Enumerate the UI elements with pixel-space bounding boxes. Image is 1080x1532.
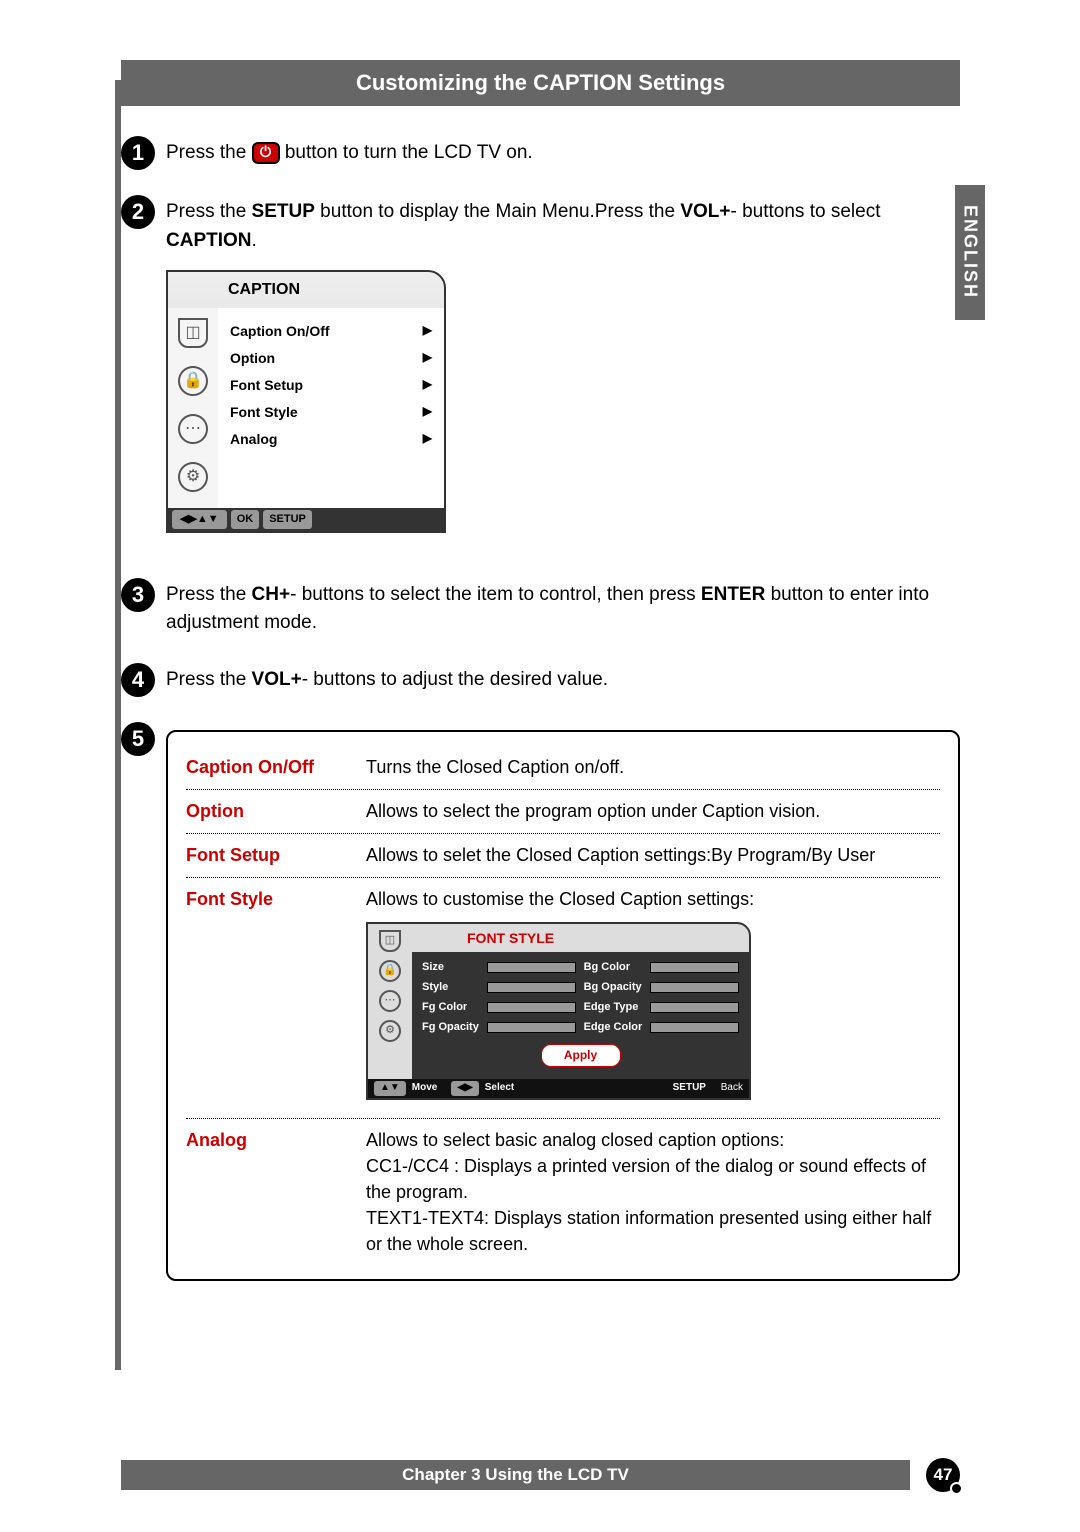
step-3: 3 Press the CH+- buttons to select the i… bbox=[121, 578, 960, 638]
osd-footer: ◀▶▲▼ OK SETUP bbox=[168, 508, 444, 531]
osd-title: CAPTION bbox=[168, 272, 444, 308]
page-footer: Chapter 3 Using the LCD TV 47 bbox=[121, 1460, 960, 1490]
chapter-title: Chapter 3 Using the LCD TV bbox=[121, 1460, 910, 1490]
value-bar[interactable] bbox=[487, 962, 576, 973]
row-text: Allows to select basic analog closed cap… bbox=[366, 1127, 940, 1257]
field-label: Fg Color bbox=[422, 1000, 479, 1016]
step-number: 3 bbox=[121, 578, 155, 612]
step-number: 4 bbox=[121, 663, 155, 697]
value-bar[interactable] bbox=[650, 1022, 739, 1033]
back-label: Back bbox=[721, 1081, 743, 1096]
row-label: Option bbox=[186, 798, 366, 825]
step-number: 2 bbox=[121, 195, 155, 229]
step-2: 2 Press the SETUP button to display the … bbox=[121, 195, 960, 553]
osd-item[interactable]: Option▶ bbox=[226, 345, 436, 372]
chevron-right-icon: ▶ bbox=[423, 375, 432, 396]
chevron-right-icon: ▶ bbox=[423, 402, 432, 423]
language-tab: ENGLISH bbox=[955, 185, 985, 320]
field-label: Style bbox=[422, 980, 479, 996]
picture-icon: ◫ bbox=[379, 930, 401, 952]
row-label: Font Style bbox=[186, 886, 366, 1110]
table-row: Font Setup Allows to selet the Closed Ca… bbox=[186, 833, 940, 877]
value-bar[interactable] bbox=[650, 1002, 739, 1013]
step-number: 5 bbox=[121, 722, 155, 756]
move-label: Move bbox=[412, 1081, 438, 1096]
chevron-right-icon: ▶ bbox=[423, 348, 432, 369]
step-text: Press the VOL+- buttons to adjust the de… bbox=[166, 663, 960, 697]
chevron-right-icon: ▶ bbox=[423, 429, 432, 450]
osd-item[interactable]: Analog▶ bbox=[226, 426, 436, 453]
table-row: Option Allows to select the program opti… bbox=[186, 789, 940, 833]
gear-icon: ⚙ bbox=[178, 462, 208, 492]
setup-button-label: SETUP bbox=[263, 510, 312, 529]
picture-icon: ◫ bbox=[178, 318, 208, 348]
row-text: Turns the Closed Caption on/off. bbox=[366, 754, 940, 781]
value-bar[interactable] bbox=[650, 962, 739, 973]
field-label: Edge Type bbox=[584, 1000, 643, 1016]
value-bar[interactable] bbox=[650, 982, 739, 993]
osd-footer: ▲▼ Move ◀▶ Select SETUP Back bbox=[368, 1079, 749, 1098]
gear-icon: ⚙ bbox=[379, 1020, 401, 1042]
osd-item-list: Caption On/Off▶ Option▶ Font Setup▶ Font… bbox=[218, 308, 444, 508]
osd-side-icons: ◫ 🔒 ⋯ ⚙ bbox=[168, 308, 218, 508]
osd-side-icons: ◫ 🔒 ⋯ ⚙ bbox=[368, 924, 412, 1079]
row-text: Allows to select the program option unde… bbox=[366, 798, 940, 825]
section-title: Customizing the CAPTION Settings bbox=[121, 60, 960, 106]
field-label: Bg Opacity bbox=[584, 980, 643, 996]
page-badge-dot bbox=[950, 1482, 963, 1495]
nav-arrows-icon: ◀▶▲▼ bbox=[172, 510, 227, 529]
step-text: Press the button to turn the LCD TV on. bbox=[166, 136, 960, 170]
setup-label: SETUP bbox=[673, 1081, 706, 1096]
step-1: 1 Press the button to turn the LCD TV on… bbox=[121, 136, 960, 170]
osd-font-style-menu: ◫ 🔒 ⋯ ⚙ FONT STYLE bbox=[366, 922, 751, 1100]
up-down-icon: ▲▼ bbox=[374, 1081, 406, 1096]
select-label: Select bbox=[485, 1081, 514, 1096]
row-label: Caption On/Off bbox=[186, 754, 366, 781]
caption-icon: ⋯ bbox=[178, 414, 208, 444]
step-text: Press the SETUP button to display the Ma… bbox=[166, 195, 960, 553]
field-label: Bg Color bbox=[584, 960, 643, 976]
row-label: Analog bbox=[186, 1127, 366, 1257]
chevron-right-icon: ▶ bbox=[423, 321, 432, 342]
field-label: Size bbox=[422, 960, 479, 976]
page-number-badge: 47 bbox=[926, 1458, 960, 1492]
lock-icon: 🔒 bbox=[379, 960, 401, 982]
power-icon bbox=[252, 142, 280, 164]
osd-item[interactable]: Font Style▶ bbox=[226, 399, 436, 426]
value-bar[interactable] bbox=[487, 982, 576, 993]
field-label: Fg Opacity bbox=[422, 1020, 479, 1036]
step-text: Press the CH+- buttons to select the ite… bbox=[166, 578, 960, 638]
step-number: 1 bbox=[121, 136, 155, 170]
field-label: Edge Color bbox=[584, 1020, 643, 1036]
ok-button-label: OK bbox=[231, 510, 260, 529]
table-row: Font Style Allows to customise the Close… bbox=[186, 877, 940, 1118]
left-margin-bar bbox=[115, 80, 121, 1370]
osd-title: FONT STYLE bbox=[412, 924, 749, 952]
step-4: 4 Press the VOL+- buttons to adjust the … bbox=[121, 663, 960, 697]
osd-item[interactable]: Caption On/Off▶ bbox=[226, 318, 436, 345]
osd-item[interactable]: Font Setup▶ bbox=[226, 372, 436, 399]
lock-icon: 🔒 bbox=[178, 366, 208, 396]
row-label: Font Setup bbox=[186, 842, 366, 869]
row-text: Allows to customise the Closed Caption s… bbox=[366, 886, 940, 912]
value-bar[interactable] bbox=[487, 1022, 576, 1033]
left-right-icon: ◀▶ bbox=[451, 1081, 478, 1096]
step-5: 5 Caption On/Off Turns the Closed Captio… bbox=[121, 722, 960, 1282]
row-text: Allows to selet the Closed Caption setti… bbox=[366, 842, 940, 869]
table-row: Analog Allows to select basic analog clo… bbox=[186, 1118, 940, 1265]
caption-icon: ⋯ bbox=[379, 990, 401, 1012]
osd-caption-menu: CAPTION ◫ 🔒 ⋯ ⚙ Caption On/Off▶ Option▶ … bbox=[166, 270, 446, 533]
value-bar[interactable] bbox=[487, 1002, 576, 1013]
table-row: Caption On/Off Turns the Closed Caption … bbox=[186, 746, 940, 789]
description-table: Caption On/Off Turns the Closed Caption … bbox=[166, 730, 960, 1282]
apply-button[interactable]: Apply bbox=[541, 1044, 621, 1067]
